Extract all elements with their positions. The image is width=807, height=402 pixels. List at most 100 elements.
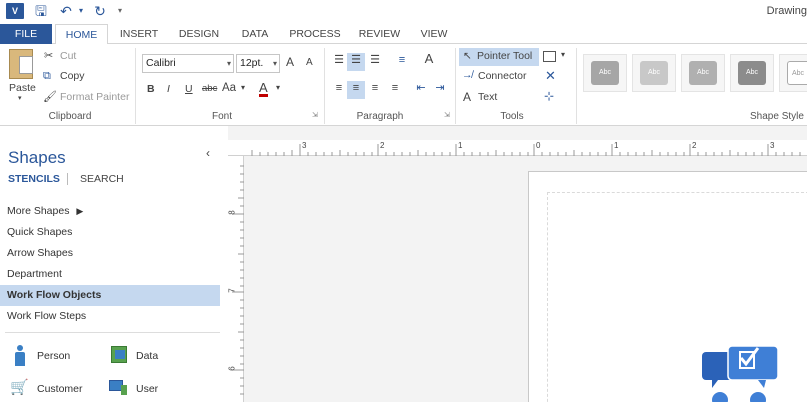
ruler-label: 1 — [614, 141, 619, 150]
paste-label: Paste — [9, 82, 36, 94]
shrink-font-button[interactable]: A — [306, 57, 313, 68]
font-family-select[interactable]: Calibri ▾ — [142, 54, 234, 73]
more-shapes-menu[interactable]: More Shapes ▶ — [0, 201, 220, 222]
person-shape-label: Person — [37, 350, 71, 362]
shape-dropdown-icon[interactable]: ▾ — [561, 50, 565, 59]
tab-stencils[interactable]: STENCILS — [8, 173, 60, 185]
font-size-select[interactable]: 12pt. ▾ — [236, 54, 280, 73]
stencil-quick-shapes[interactable]: Quick Shapes — [0, 222, 220, 243]
pointer-icon: ↖ — [463, 50, 472, 62]
justify-icon[interactable]: ≡ — [386, 81, 404, 99]
ribbon: Paste ▾ ✂ Cut ⧉ Copy 🖌 Format Painter Cl… — [0, 44, 807, 126]
tab-process[interactable]: PROCESS — [286, 24, 344, 44]
tab-search[interactable]: SEARCH — [80, 173, 124, 185]
text-direction-icon[interactable]: A — [420, 52, 438, 70]
drawing-canvas-area[interactable]: 3 2 1 0 1 2 3 8 7 6 — [228, 126, 807, 402]
align-right-icon[interactable]: ≡ — [366, 81, 384, 99]
ruler-label: 2 — [380, 141, 385, 150]
bold-button[interactable]: B — [147, 83, 155, 95]
text-tool-button[interactable]: Text — [478, 91, 497, 103]
text-block-icon[interactable]: ⊹ — [544, 89, 554, 103]
ruler-label: 0 — [536, 141, 541, 150]
font-dialog-launcher-icon[interactable]: ⇲ — [312, 111, 318, 119]
shape-style-swatch[interactable]: Abc — [730, 54, 774, 92]
cut-button[interactable]: Cut — [60, 50, 76, 62]
shape-style-swatch[interactable]: Abc — [632, 54, 676, 92]
change-case-button[interactable]: Aa — [222, 82, 236, 94]
tab-home[interactable]: HOME — [55, 24, 108, 45]
clipboard-group-label: Clipboard — [48, 111, 92, 122]
format-painter-button[interactable]: Format Painter — [60, 91, 129, 103]
tab-insert[interactable]: INSERT — [112, 24, 166, 44]
align-bottom-icon[interactable]: ☰ — [366, 53, 384, 71]
tab-view[interactable]: VIEW — [414, 24, 454, 44]
change-case-dropdown-icon[interactable]: ▾ — [241, 83, 245, 92]
save-icon[interactable]: 🖫 — [32, 2, 50, 20]
stencil-department[interactable]: Department — [0, 264, 220, 285]
separator — [324, 48, 325, 124]
text-tool-icon: A — [463, 90, 472, 104]
user-shape[interactable] — [109, 379, 129, 397]
align-left-icon[interactable]: ≡ — [330, 81, 348, 99]
customer-shape-label: Customer — [37, 383, 83, 395]
data-icon — [111, 346, 127, 363]
connection-point-icon[interactable]: ✕ — [545, 68, 556, 84]
customize-qat-icon[interactable]: ▾ — [111, 2, 129, 20]
paragraph-dialog-launcher-icon[interactable]: ⇲ — [444, 111, 450, 119]
paragraph-group-label: Paragraph — [356, 111, 404, 122]
ruler-label: 2 — [692, 141, 697, 150]
italic-button[interactable]: I — [167, 83, 170, 95]
connector-button[interactable]: Connector — [478, 70, 526, 82]
collapse-pane-icon[interactable]: ‹ — [206, 146, 210, 160]
copy-button[interactable]: Copy — [60, 70, 85, 82]
bullets-icon[interactable]: ≡ — [393, 53, 411, 71]
rectangle-icon[interactable] — [543, 51, 556, 62]
visio-logo-icon: V — [6, 3, 24, 19]
tab-design[interactable]: DESIGN — [172, 24, 226, 44]
redo-icon[interactable]: ↻ — [91, 2, 109, 20]
stencil-work-flow-steps[interactable]: Work Flow Steps — [0, 306, 220, 327]
data-shape[interactable] — [109, 345, 129, 365]
stencil-work-flow-objects[interactable]: Work Flow Objects — [0, 285, 220, 306]
connector-icon: ↛ — [462, 69, 473, 81]
pointer-tool-button[interactable]: ↖ Pointer Tool — [459, 48, 539, 66]
tab-data[interactable]: DATA — [230, 24, 280, 44]
horizontal-ruler: 3 2 1 0 1 2 3 — [228, 140, 807, 156]
paste-button[interactable]: Paste ▾ — [5, 47, 37, 105]
divider — [5, 332, 220, 333]
customer-icon[interactable]: 🛒 — [10, 378, 32, 398]
ribbon-tabs: FILE HOME INSERT DESIGN DATA PROCESS REV… — [0, 24, 807, 45]
user-shape-label: User — [136, 383, 159, 395]
align-top-icon[interactable]: ☰ — [330, 53, 348, 71]
shape-style-swatch[interactable]: Abc — [779, 54, 807, 92]
paste-icon — [9, 49, 33, 79]
font-color-dropdown-icon[interactable]: ▾ — [276, 83, 280, 92]
person-shape[interactable] — [11, 345, 29, 367]
strikethrough-button[interactable]: abc — [202, 83, 217, 94]
separator — [576, 48, 577, 124]
ruler-ticks — [251, 144, 801, 156]
decrease-indent-icon[interactable]: ⇤ — [412, 81, 430, 99]
align-middle-icon[interactable]: ☰ — [347, 53, 365, 71]
ruler-ticks — [232, 165, 244, 395]
ruler-label: 3 — [302, 141, 307, 150]
work-flow-shape-icon[interactable] — [700, 344, 780, 402]
tab-review[interactable]: REVIEW — [352, 24, 407, 44]
increase-indent-icon[interactable]: ⇥ — [431, 81, 449, 99]
grow-font-button[interactable]: A — [286, 55, 294, 69]
font-color-button[interactable]: A — [259, 81, 268, 97]
font-group-label: Font — [211, 111, 232, 122]
person-head-icon — [750, 392, 766, 402]
vertical-ruler: 8 7 6 — [228, 156, 244, 402]
underline-button[interactable]: U — [185, 83, 193, 95]
stencil-arrow-shapes[interactable]: Arrow Shapes — [0, 243, 220, 264]
tab-file[interactable]: FILE — [0, 24, 52, 44]
shape-styles-group-label: Shape Style — [750, 111, 804, 122]
undo-dropdown-icon[interactable]: ▾ — [72, 2, 90, 20]
shape-style-swatch[interactable]: Abc — [681, 54, 725, 92]
data-shape-label: Data — [136, 350, 159, 362]
ruler-label: 7 — [227, 288, 237, 293]
shape-style-swatch[interactable]: Abc — [583, 54, 627, 92]
align-center-icon[interactable]: ≡ — [347, 81, 365, 99]
shape-style-preview: Abc — [591, 61, 619, 85]
